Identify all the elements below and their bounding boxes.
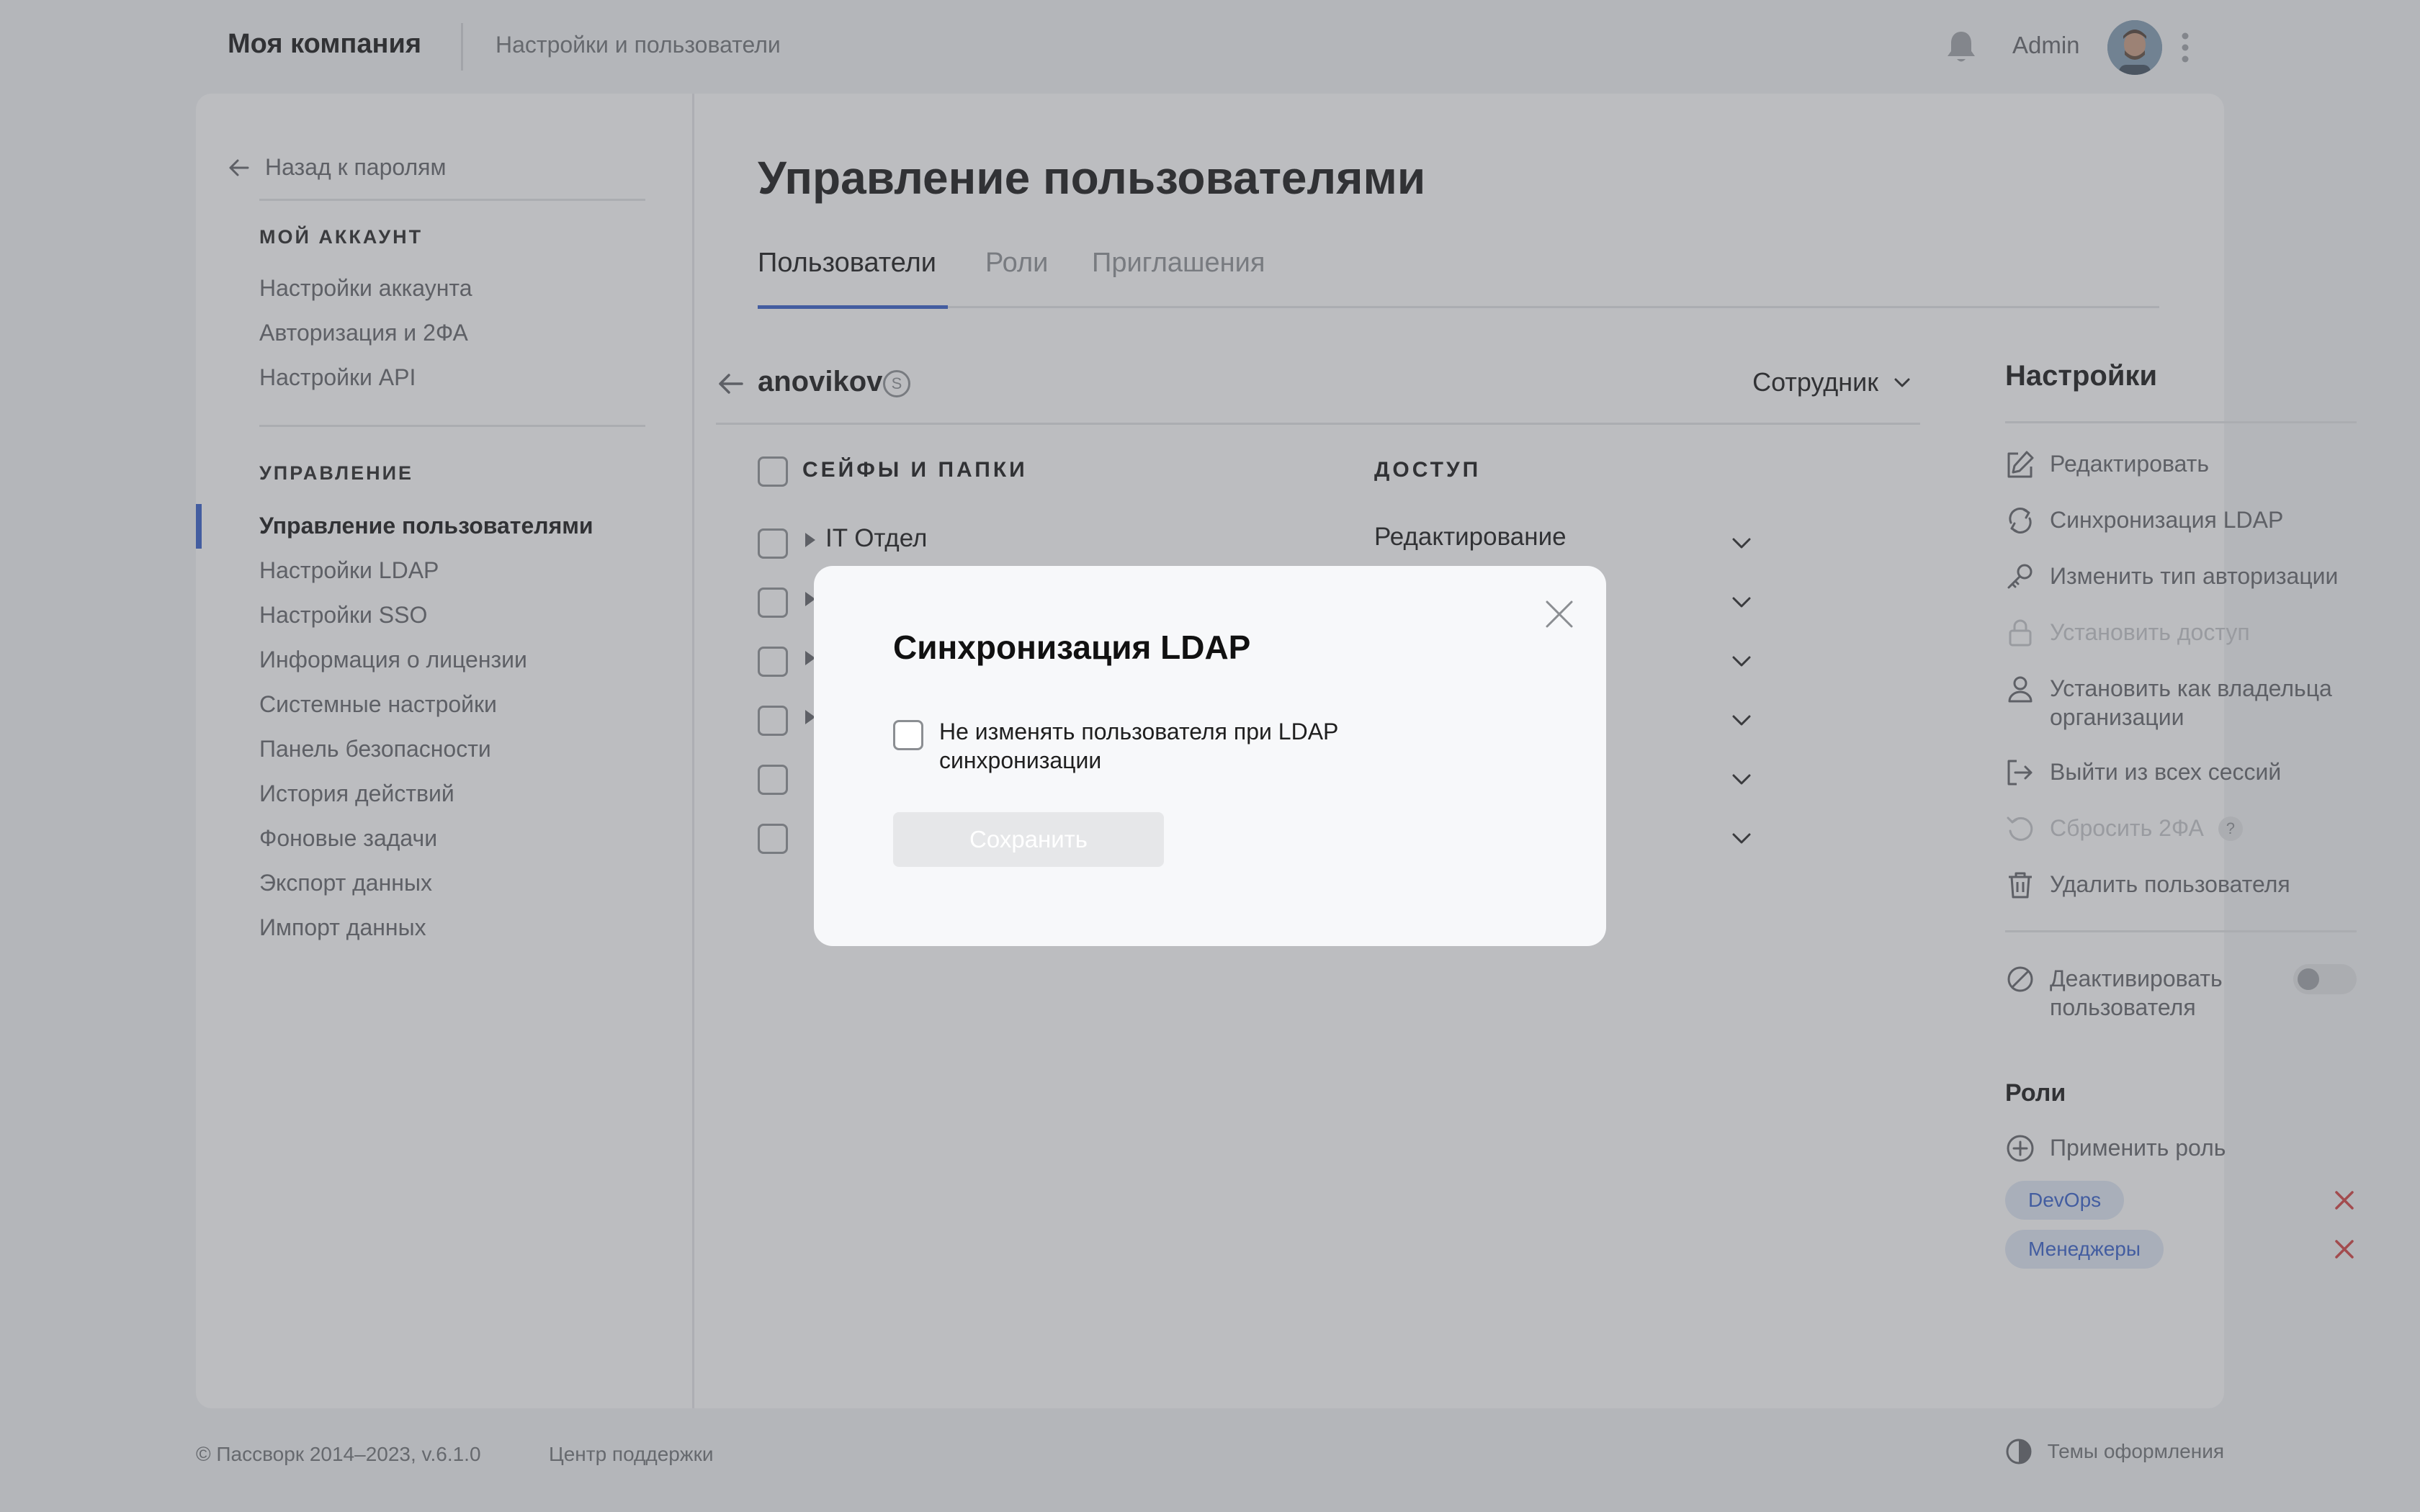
keep-user-option: Не изменять пользователя при LDAP синхро… [893,717,1371,775]
close-icon[interactable] [1544,599,1574,629]
ldap-sync-dialog: Синхронизация LDAP Не изменять пользоват… [814,566,1606,946]
keep-user-checkbox-label[interactable]: Не изменять пользователя при LDAP синхро… [939,717,1371,775]
keep-user-checkbox[interactable] [893,720,923,750]
dialog-title: Синхронизация LDAP [893,629,1251,666]
save-button[interactable]: Сохранить [893,812,1164,867]
